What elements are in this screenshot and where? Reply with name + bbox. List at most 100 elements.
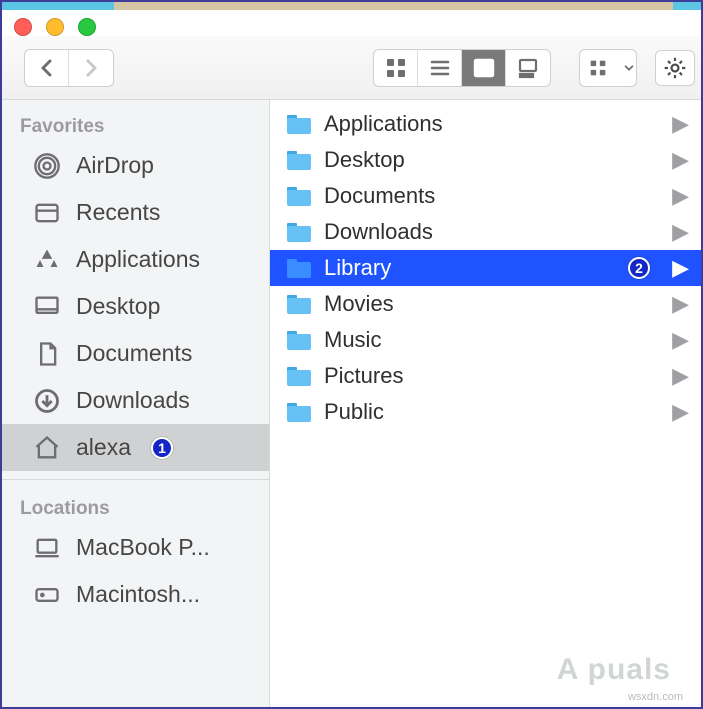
- sidebar-section-favorites-title: Favorites: [2, 106, 269, 142]
- sidebar-item-label: Macintosh...: [76, 581, 200, 608]
- recents-icon: [32, 198, 62, 228]
- sidebar-item-label: Recents: [76, 199, 160, 226]
- folder-row-documents[interactable]: Documents ▶: [270, 178, 701, 214]
- folder-icon: [286, 221, 312, 243]
- watermark-brand: A puals: [557, 653, 671, 687]
- folder-row-label: Library: [324, 255, 610, 281]
- watermark-source: wsxdn.com: [628, 691, 683, 703]
- view-icons-button[interactable]: [374, 50, 418, 86]
- chevron-right-icon: ▶: [672, 291, 689, 317]
- gear-icon: [662, 55, 688, 81]
- annotation-badge-1: 1: [151, 437, 173, 459]
- chevron-left-icon: [35, 56, 59, 80]
- chevron-right-icon: ▶: [672, 219, 689, 245]
- action-menu-button[interactable]: [655, 50, 695, 86]
- folder-row-pictures[interactable]: Pictures ▶: [270, 358, 701, 394]
- list-icon: [428, 56, 452, 80]
- home-icon: [32, 433, 62, 463]
- desktop-icon: [32, 292, 62, 322]
- sidebar-item-label: Downloads: [76, 387, 190, 414]
- window-close-button[interactable]: [14, 18, 32, 36]
- chevron-right-icon: ▶: [672, 147, 689, 173]
- airdrop-icon: [32, 151, 62, 181]
- nav-group: [24, 49, 114, 87]
- back-button[interactable]: [25, 50, 69, 86]
- chevron-down-icon: [622, 57, 636, 79]
- sidebar-item-label: Applications: [76, 246, 200, 273]
- sidebar-item-label: Desktop: [76, 293, 160, 320]
- sidebar-item-label: MacBook P...: [76, 534, 210, 561]
- sidebar-item-documents[interactable]: Documents: [2, 330, 269, 377]
- view-switcher: [373, 49, 551, 87]
- sidebar-item-desktop[interactable]: Desktop: [2, 283, 269, 330]
- columns-icon: [472, 56, 496, 80]
- group-by-button[interactable]: [579, 49, 637, 87]
- folder-row-label: Downloads: [324, 219, 660, 245]
- hdd-icon: [32, 580, 62, 610]
- folder-row-label: Pictures: [324, 363, 660, 389]
- sidebar-section-locations-title: Locations: [2, 488, 269, 524]
- sidebar-item-label: Documents: [76, 340, 192, 367]
- folder-icon: [286, 401, 312, 423]
- grid-small-icon: [587, 57, 609, 79]
- sidebar-item-airdrop[interactable]: AirDrop: [2, 142, 269, 189]
- folder-icon: [286, 329, 312, 351]
- gallery-icon: [516, 56, 540, 80]
- chevron-right-icon: ▶: [672, 183, 689, 209]
- screenshot-frame: Favorites AirDrop Recents: [0, 0, 703, 709]
- laptop-icon: [32, 533, 62, 563]
- documents-icon: [32, 339, 62, 369]
- folder-row-label: Public: [324, 399, 660, 425]
- sidebar-separator: [2, 479, 269, 480]
- view-gallery-button[interactable]: [506, 50, 550, 86]
- folder-row-downloads[interactable]: Downloads ▶: [270, 214, 701, 250]
- folder-icon: [286, 293, 312, 315]
- view-list-button[interactable]: [418, 50, 462, 86]
- downloads-icon: [32, 386, 62, 416]
- chevron-right-icon: ▶: [672, 111, 689, 137]
- folder-row-label: Movies: [324, 291, 660, 317]
- folder-row-label: Desktop: [324, 147, 660, 173]
- sidebar-item-applications[interactable]: Applications: [2, 236, 269, 283]
- finder-window: Favorites AirDrop Recents: [2, 10, 701, 707]
- grid-icon: [384, 56, 408, 80]
- folder-icon: [286, 185, 312, 207]
- apps-icon: [32, 245, 62, 275]
- view-columns-button[interactable]: [462, 50, 506, 86]
- chevron-right-icon: ▶: [672, 363, 689, 389]
- finder-sidebar: Favorites AirDrop Recents: [2, 100, 270, 707]
- annotation-badge-2: 2: [628, 257, 650, 279]
- sidebar-item-macintosh-hd[interactable]: Macintosh...: [2, 571, 269, 618]
- folder-row-public[interactable]: Public ▶: [270, 394, 701, 430]
- finder-toolbar: [2, 36, 701, 100]
- forward-button[interactable]: [69, 50, 113, 86]
- sidebar-item-downloads[interactable]: Downloads: [2, 377, 269, 424]
- folder-row-music[interactable]: Music ▶: [270, 322, 701, 358]
- folder-row-applications[interactable]: Applications ▶: [270, 106, 701, 142]
- window-minimize-button[interactable]: [46, 18, 64, 36]
- finder-body: Favorites AirDrop Recents: [2, 100, 701, 707]
- chevron-right-icon: ▶: [672, 327, 689, 353]
- desktop-wallpaper-strip: [2, 2, 701, 10]
- folder-row-label: Applications: [324, 111, 660, 137]
- finder-content-column: Applications ▶ Desktop ▶ Documents ▶: [270, 100, 701, 707]
- folder-row-library[interactable]: Library 2 ▶: [270, 250, 701, 286]
- window-zoom-button[interactable]: [78, 18, 96, 36]
- chevron-right-icon: ▶: [672, 255, 689, 281]
- folder-icon: [286, 365, 312, 387]
- sidebar-item-macbook[interactable]: MacBook P...: [2, 524, 269, 571]
- folder-row-desktop[interactable]: Desktop ▶: [270, 142, 701, 178]
- window-titlebar: [2, 10, 701, 36]
- sidebar-item-label: alexa: [76, 434, 131, 461]
- chevron-right-icon: ▶: [672, 399, 689, 425]
- sidebar-item-home[interactable]: alexa 1: [2, 424, 269, 471]
- folder-row-label: Music: [324, 327, 660, 353]
- folder-icon: [286, 257, 312, 279]
- folder-icon: [286, 113, 312, 135]
- folder-icon: [286, 149, 312, 171]
- folder-row-label: Documents: [324, 183, 660, 209]
- content-list: Applications ▶ Desktop ▶ Documents ▶: [270, 100, 701, 430]
- folder-row-movies[interactable]: Movies ▶: [270, 286, 701, 322]
- sidebar-item-recents[interactable]: Recents: [2, 189, 269, 236]
- sidebar-item-label: AirDrop: [76, 152, 154, 179]
